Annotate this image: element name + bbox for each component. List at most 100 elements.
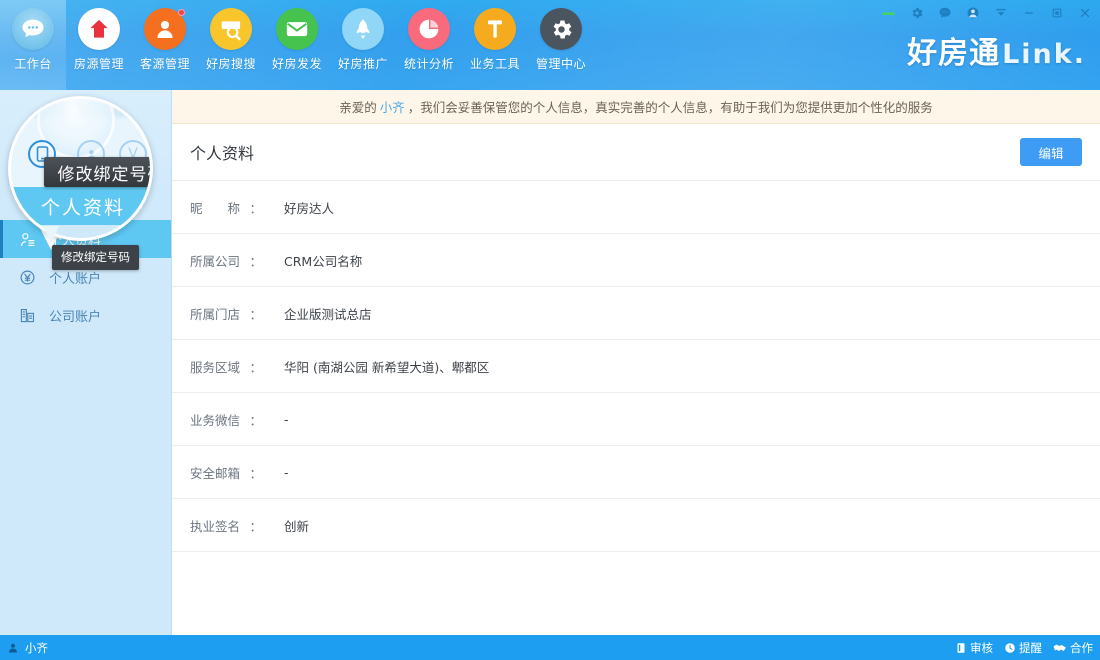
- label-colon: ：: [249, 357, 262, 376]
- page-header: 个人资料 编辑: [172, 124, 1100, 181]
- magnified-tooltip: 修改绑定号码: [44, 157, 153, 187]
- status-review-item[interactable]: 审核: [955, 640, 993, 656]
- nav-item-1[interactable]: 工作台: [0, 0, 66, 90]
- profile-field-label-text: 业务微信: [190, 410, 240, 429]
- main-content: 亲爱的 小齐 ，我们会妥善保管您的个人信息，真实完善的个人信息，有助于我们为您提…: [172, 90, 1100, 635]
- status-cooperation-label: 合作: [1070, 640, 1093, 656]
- page-title: 个人资料: [190, 140, 254, 164]
- house-arrow-icon: [78, 8, 120, 50]
- nav-item-label: 工作台: [14, 55, 52, 72]
- settings-gear-icon[interactable]: [909, 6, 924, 21]
- status-bar-actions: 审核 提醒 合作: [955, 640, 1093, 656]
- magnifier-content: V 个人资料 修改绑定号码: [11, 99, 153, 241]
- notice-user-name: 小齐: [380, 97, 405, 116]
- sidebar-item-label: 公司账户: [49, 306, 101, 325]
- brand-logo: 好房通 Link.: [907, 28, 1086, 72]
- yuan-circle-icon: [18, 269, 36, 286]
- profile-field-label-text: 安全邮箱: [190, 463, 240, 482]
- nav-item-7[interactable]: 统计分析: [396, 0, 462, 90]
- status-cooperation-item[interactable]: 合作: [1053, 640, 1093, 656]
- nav-item-label: 好房推广: [338, 55, 388, 72]
- hammer-icon: [474, 8, 516, 50]
- bind-phone-tooltip: 修改绑定号码: [52, 245, 139, 270]
- status-bar-user-name: 小齐: [25, 640, 48, 656]
- profile-field-value: 创新: [284, 516, 309, 535]
- brand-name-cn: 好房通: [907, 28, 1000, 72]
- person-icon: [144, 8, 186, 50]
- magnifier-pointer: [43, 226, 59, 243]
- status-bar: 小齐 审核 提醒 合作: [0, 635, 1100, 660]
- status-bar-user[interactable]: 小齐: [7, 640, 48, 656]
- brand-name-en: Link.: [1002, 39, 1086, 70]
- profile-field-label: 执业签名：: [190, 516, 264, 535]
- profile-field-label: 所属公司 ：: [190, 251, 264, 270]
- maximize-icon[interactable]: [1049, 6, 1064, 21]
- notice-prefix: 亲爱的: [339, 97, 377, 116]
- status-reminder-item[interactable]: 提醒: [1004, 640, 1042, 656]
- magnified-menu-label: 个人资料: [41, 193, 125, 220]
- nav-item-3[interactable]: 客源管理: [132, 0, 198, 90]
- label-colon: ：: [249, 251, 262, 270]
- user-face-icon[interactable]: [965, 6, 980, 21]
- profile-field-label-text: 昵 称: [190, 198, 240, 217]
- message-bubble-icon[interactable]: [937, 6, 952, 21]
- nav-item-label: 好房发发: [272, 55, 322, 72]
- profile-field-row: 安全邮箱： -: [172, 446, 1100, 499]
- nav-item-6[interactable]: 好房推广: [330, 0, 396, 90]
- close-icon[interactable]: [1077, 6, 1092, 21]
- profile-field-label: 所属门店 ：: [190, 304, 264, 323]
- profile-field-value: -: [284, 465, 289, 480]
- profile-field-row: 所属门店 ： 企业版测试总店: [172, 287, 1100, 340]
- nav-item-label: 业务工具: [470, 55, 520, 72]
- nav-item-8[interactable]: 业务工具: [462, 0, 528, 90]
- nav-item-label: 管理中心: [536, 55, 586, 72]
- magnifier-lens: V 个人资料 修改绑定号码: [8, 96, 153, 241]
- collapse-icon[interactable]: [993, 6, 1008, 21]
- profile-field-value: 华阳 (南湖公园 新希望大道)、郫都区: [284, 357, 489, 376]
- nav-item-label: 客源管理: [140, 55, 190, 72]
- label-colon: ：: [249, 304, 262, 323]
- privacy-notice-banner: 亲爱的 小齐 ，我们会妥善保管您的个人信息，真实完善的个人信息，有助于我们为您提…: [172, 90, 1100, 124]
- profile-field-label-text: 所属公司: [190, 251, 240, 270]
- minimize-icon[interactable]: [1021, 6, 1036, 21]
- profile-field-row: 执业签名： 创新: [172, 499, 1100, 552]
- nav-item-9[interactable]: 管理中心: [528, 0, 594, 90]
- window-controls: [881, 4, 1092, 22]
- chat-bubble-icon: [12, 8, 54, 50]
- profile-field-label: 安全邮箱：: [190, 463, 264, 482]
- nav-item-2[interactable]: 房源管理: [66, 0, 132, 90]
- label-colon: ：: [249, 410, 262, 429]
- envelope-icon: [276, 8, 318, 50]
- search-card-icon: [210, 8, 252, 50]
- gear-icon: [540, 8, 582, 50]
- nav-item-label: 房源管理: [74, 55, 124, 72]
- profile-field-row: 昵 称 ： 好房达人: [172, 181, 1100, 234]
- edit-button[interactable]: 编辑: [1020, 138, 1082, 166]
- sidebar-item-3[interactable]: 公司账户: [0, 296, 171, 334]
- building-icon: [18, 307, 36, 324]
- profile-field-label: 业务微信 ：: [190, 410, 264, 429]
- profile-field-label-text: 所属门店: [190, 304, 240, 323]
- rocket-icon: [342, 8, 384, 50]
- profile-field-value: 好房达人: [284, 198, 334, 217]
- profile-field-label: 服务区域 ：: [190, 357, 264, 376]
- top-navigation-bar: 工作台 房源管理客源管理好房搜搜好房发发好房推广统计分析业务工具管理中心: [0, 0, 1100, 90]
- profile-field-row: 服务区域 ： 华阳 (南湖公园 新希望大道)、郫都区: [172, 340, 1100, 393]
- status-dash-icon[interactable]: [881, 6, 896, 21]
- sidebar-item-label: 个人账户: [49, 268, 101, 287]
- profile-field-label-text: 服务区域: [190, 357, 240, 376]
- label-colon: ：: [249, 198, 262, 217]
- nav-item-label: 好房搜搜: [206, 55, 256, 72]
- nav-item-label: 统计分析: [404, 55, 454, 72]
- nav-item-4[interactable]: 好房搜搜: [198, 0, 264, 90]
- profile-field-value: 企业版测试总店: [284, 304, 372, 323]
- status-review-label: 审核: [970, 640, 993, 656]
- pie-chart-icon: [408, 8, 450, 50]
- profile-field-row: 所属公司 ： CRM公司名称: [172, 234, 1100, 287]
- notification-dot: [178, 9, 185, 16]
- main-nav: 工作台 房源管理客源管理好房搜搜好房发发好房推广统计分析业务工具管理中心: [0, 0, 594, 90]
- nav-item-5[interactable]: 好房发发: [264, 0, 330, 90]
- profile-field-label-text: 执业签名: [190, 516, 240, 535]
- application-window: 工作台 房源管理客源管理好房搜搜好房发发好房推广统计分析业务工具管理中心: [0, 0, 1100, 660]
- profile-field-value: CRM公司名称: [284, 251, 362, 270]
